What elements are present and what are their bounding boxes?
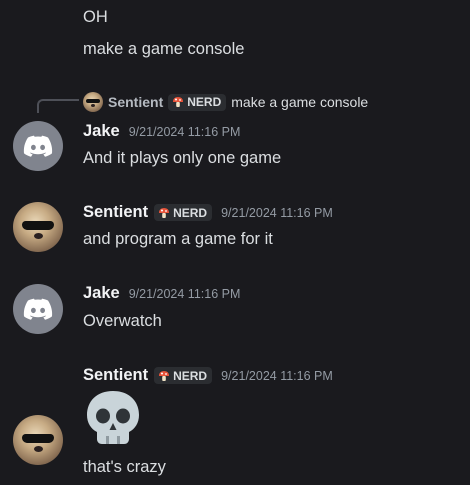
message-header: Sentient NERD 9/21/2024 11:16 PM [83, 366, 333, 385]
reply-text[interactable]: make a game console [231, 94, 368, 110]
avatar[interactable] [13, 202, 63, 252]
message-header: Jake 9/21/2024 11:16 PM [83, 122, 240, 141]
mushroom-icon [173, 97, 184, 107]
discord-icon [23, 135, 53, 157]
nerd-tag: NERD [154, 204, 213, 221]
message-text: and program a game for it [83, 230, 273, 248]
reply-spine [37, 99, 79, 113]
avatar[interactable] [13, 415, 63, 465]
reply-author[interactable]: Sentient [108, 94, 163, 110]
reply-avatar [83, 92, 103, 112]
mushroom-icon [159, 207, 170, 218]
skull-emoji[interactable] [84, 389, 142, 451]
message-text: that's crazy [83, 458, 166, 476]
timestamp[interactable]: 9/21/2024 11:16 PM [129, 125, 241, 139]
author-name[interactable]: Sentient [83, 366, 148, 385]
message-text: make a game console [83, 40, 245, 58]
message-header: Jake 9/21/2024 11:16 PM [83, 284, 240, 303]
message-text: Overwatch [83, 312, 162, 330]
author-name[interactable]: Jake [83, 284, 120, 303]
author-name[interactable]: Jake [83, 122, 120, 141]
nerd-tag: NERD [154, 367, 213, 384]
message-header: Sentient NERD 9/21/2024 11:16 PM [83, 203, 333, 222]
author-name[interactable]: Sentient [83, 203, 148, 222]
mushroom-icon [159, 370, 170, 381]
timestamp[interactable]: 9/21/2024 11:16 PM [221, 206, 333, 220]
reply-preview[interactable]: Sentient NERD make a game console [83, 92, 368, 112]
timestamp[interactable]: 9/21/2024 11:16 PM [221, 369, 333, 383]
nerd-tag: NERD [168, 93, 227, 111]
avatar[interactable] [13, 284, 63, 334]
avatar[interactable] [13, 121, 63, 171]
discord-icon [23, 298, 53, 320]
message-text: And it plays only one game [83, 149, 282, 167]
timestamp[interactable]: 9/21/2024 11:16 PM [129, 287, 241, 301]
message-text: OH [83, 8, 108, 26]
